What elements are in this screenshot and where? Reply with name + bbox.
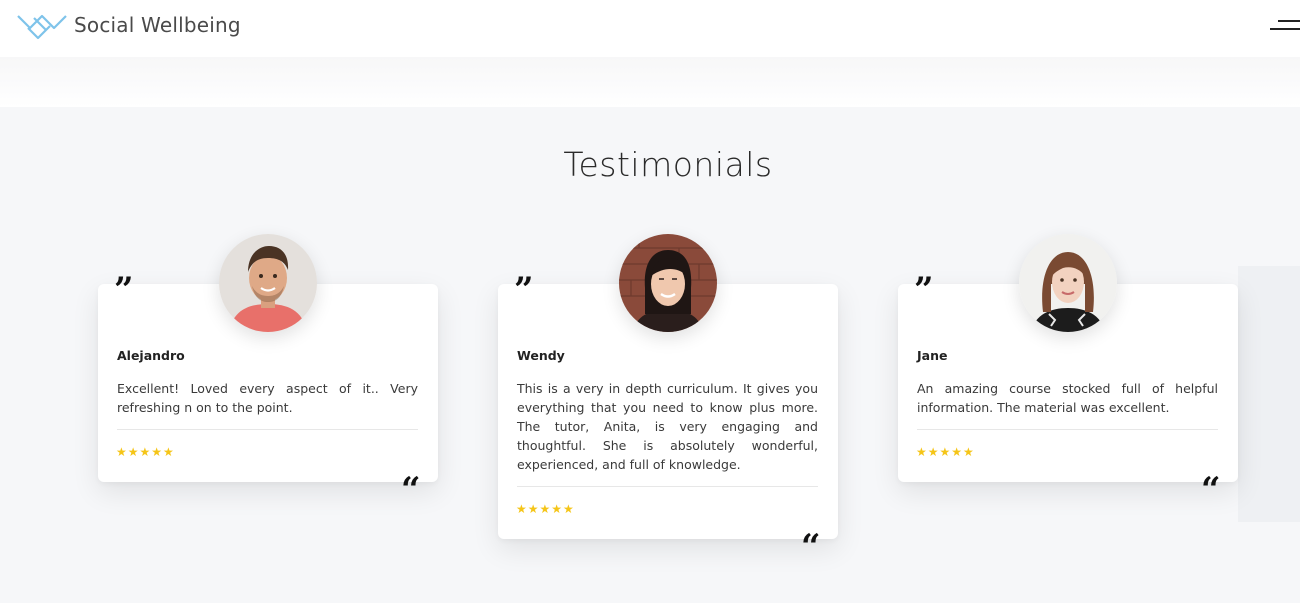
hamburger-menu-icon[interactable] <box>1270 18 1300 34</box>
open-quote-icon: ” <box>914 270 934 310</box>
background-band <box>1238 266 1300 522</box>
review-text: This is a very in depth curriculum. It g… <box>517 381 818 472</box>
avatar <box>619 234 717 332</box>
review-text: Excellent! Loved every aspect of it.. Ve… <box>117 381 418 415</box>
section-title: Testimonials <box>563 145 773 184</box>
open-quote-icon: ” <box>514 270 534 310</box>
star-rating: ★★★★★ <box>916 445 975 459</box>
divider <box>117 429 418 430</box>
header-shadow-strip <box>0 57 1300 107</box>
divider <box>917 429 1218 430</box>
star-rating: ★★★★★ <box>116 445 175 459</box>
chevron-logo-icon[interactable] <box>16 10 68 42</box>
avatar <box>219 234 317 332</box>
reviewer-name: Alejandro <box>117 348 185 363</box>
review-text: An amazing course stocked full of helpfu… <box>917 381 1218 415</box>
close-quote-icon: “ <box>401 470 421 510</box>
divider <box>517 486 818 487</box>
avatar <box>1019 234 1117 332</box>
brand-name[interactable]: Social Wellbeing <box>74 13 241 37</box>
site-header: Social Wellbeing <box>0 0 1300 57</box>
menu-line <box>1278 20 1300 22</box>
reviewer-name: Wendy <box>517 348 565 363</box>
star-rating: ★★★★★ <box>516 502 575 516</box>
close-quote-icon: “ <box>1201 470 1221 510</box>
reviewer-name: Jane <box>917 348 948 363</box>
open-quote-icon: ” <box>114 270 134 310</box>
menu-line <box>1270 28 1300 30</box>
close-quote-icon: “ <box>801 527 821 567</box>
